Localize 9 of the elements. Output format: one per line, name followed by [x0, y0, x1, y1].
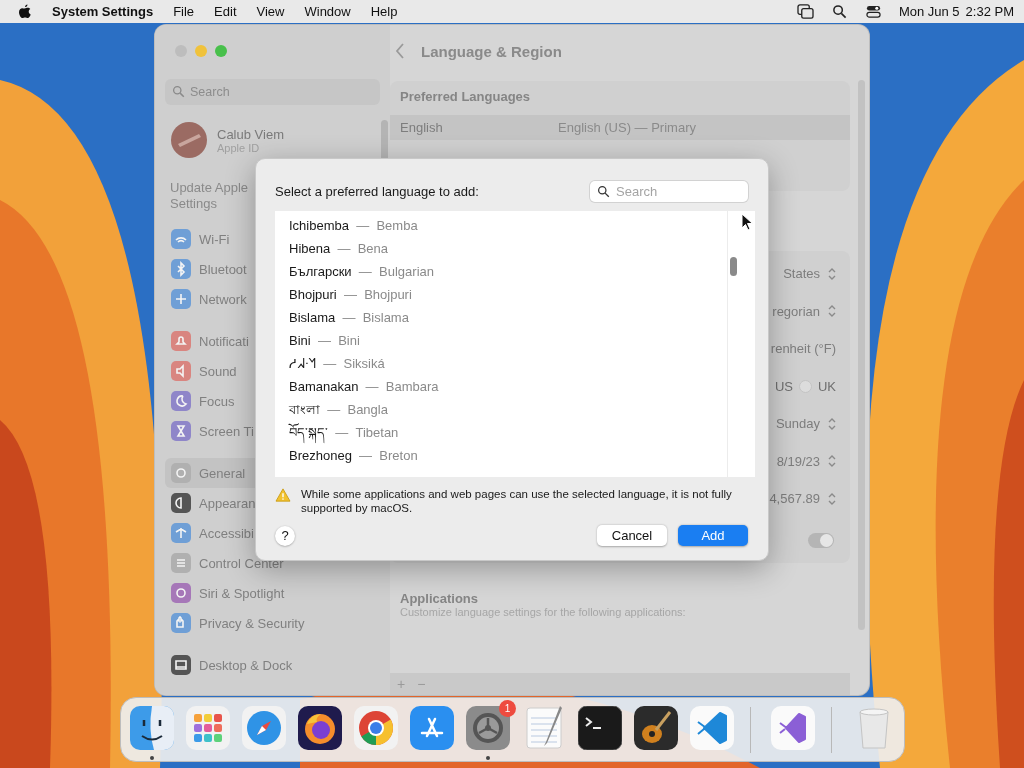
window-title: Language & Region — [421, 42, 562, 60]
warning-text: While some applications and web pages can use the selected language, it is not fully supported by macOS. — [301, 487, 733, 515]
dialog-title: Select a preferred language to add: — [275, 183, 479, 199]
menu-bar-time: 2:32 PM — [965, 4, 1014, 19]
section-heading: Preferred Languages — [399, 89, 532, 104]
notification-badge: 1 — [499, 700, 516, 717]
setting-value: renheit (°F) — [770, 341, 836, 357]
menu-bar-date: Mon Jun 5 — [898, 4, 960, 19]
section-heading: Applications — [399, 591, 479, 606]
